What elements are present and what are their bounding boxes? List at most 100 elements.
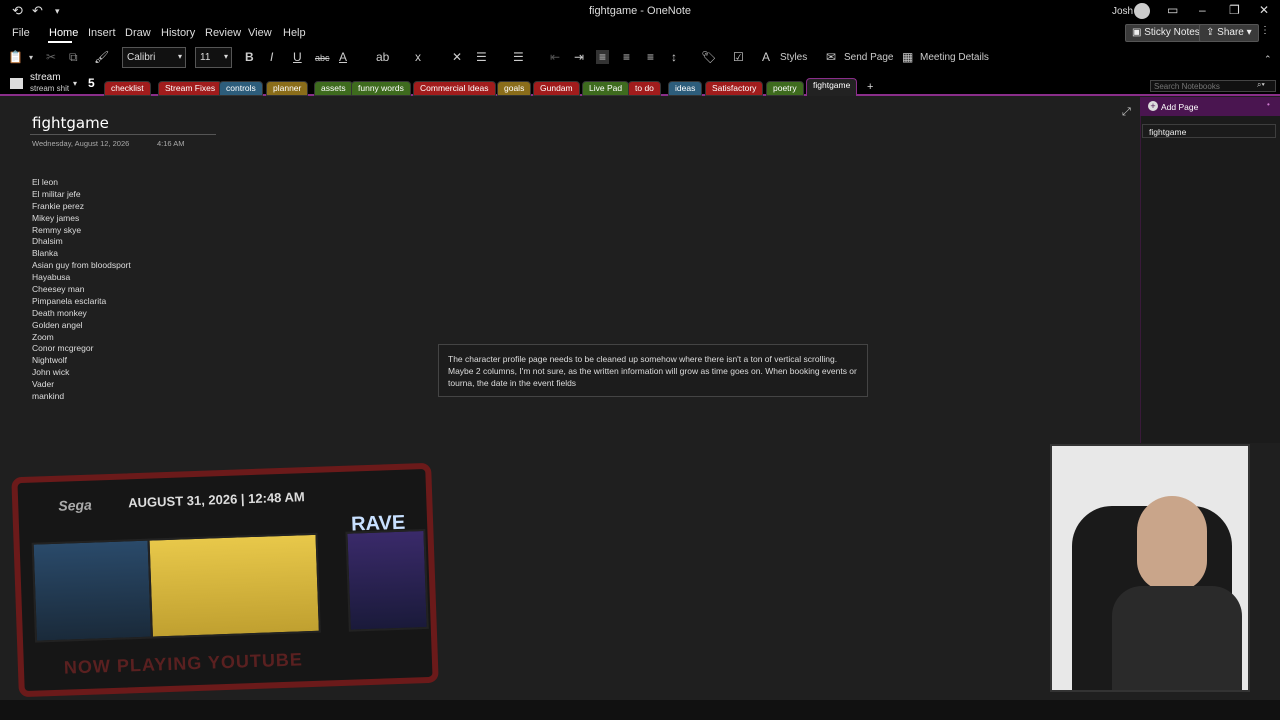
- search-icon[interactable]: ⌕▾: [1257, 80, 1265, 90]
- outdent-icon[interactable]: ⇤: [550, 50, 560, 64]
- tab-9[interactable]: Live Pad: [582, 81, 630, 96]
- overlay-rave-text: RAVE: [350, 511, 406, 536]
- tab-10[interactable]: to do: [628, 81, 661, 96]
- character-list[interactable]: El leon El militar jefe Frankie perez Mikey…: [32, 177, 131, 403]
- menu-home[interactable]: Home: [49, 27, 78, 39]
- more-icon[interactable]: ⋮: [1260, 25, 1270, 36]
- collapse-ribbon-icon[interactable]: ⌃: [1264, 54, 1272, 65]
- font-size-select[interactable]: 11 ▾: [195, 47, 232, 68]
- tab-6[interactable]: Commercial Ideas: [413, 81, 496, 96]
- notebook-dropdown-icon[interactable]: ▾: [73, 79, 77, 88]
- tab-3[interactable]: planner: [266, 81, 309, 96]
- font-color-icon[interactable]: A: [339, 50, 347, 64]
- align-right-icon[interactable]: ≡: [647, 50, 654, 64]
- tab-5[interactable]: funny words: [351, 81, 411, 96]
- menu-insert[interactable]: Insert: [88, 27, 116, 39]
- bold-button[interactable]: B: [245, 50, 254, 64]
- format-painter-icon[interactable]: 🖌: [94, 50, 109, 64]
- note-container[interactable]: The character profile page needs to be c…: [438, 344, 868, 397]
- meeting-details-icon[interactable]: ▦: [902, 50, 913, 64]
- cut-icon[interactable]: ✂: [46, 50, 56, 64]
- page-title[interactable]: fightgame: [32, 114, 109, 132]
- tab-13[interactable]: poetry: [766, 81, 804, 96]
- tab-12[interactable]: Satisfactory: [705, 81, 764, 96]
- menu-draw[interactable]: Draw: [125, 27, 151, 39]
- sort-icon[interactable]: •: [1267, 100, 1270, 109]
- user-name[interactable]: Josh: [1112, 6, 1133, 17]
- tab-14[interactable]: fightgame: [806, 78, 858, 96]
- list-item[interactable]: Asian guy from bloodsport: [32, 260, 131, 272]
- clear-formatting-icon[interactable]: ✕: [452, 50, 462, 64]
- restore-icon[interactable]: ❐: [1229, 3, 1240, 17]
- status-bar: [0, 700, 1280, 720]
- menu-view[interactable]: View: [248, 27, 272, 39]
- font-family-select[interactable]: Calibri ▾: [122, 47, 186, 68]
- list-item[interactable]: Vader: [32, 379, 131, 391]
- sticky-notes-button[interactable]: ▣ Sticky Notes: [1125, 24, 1207, 42]
- tab-0[interactable]: checklist: [104, 81, 151, 96]
- list-item[interactable]: Pimpanela esclarita: [32, 296, 131, 308]
- list-item[interactable]: Dhalsim: [32, 236, 131, 248]
- align-center-icon[interactable]: ≡: [623, 50, 630, 64]
- add-section-icon[interactable]: +: [867, 81, 873, 93]
- menu-help[interactable]: Help: [283, 27, 306, 39]
- close-icon[interactable]: ✕: [1259, 3, 1269, 17]
- paste-icon[interactable]: 📋: [8, 50, 23, 64]
- italic-button[interactable]: I: [270, 50, 273, 64]
- note-text[interactable]: The character profile page needs to be c…: [448, 354, 857, 388]
- send-page-label[interactable]: Send Page: [844, 52, 894, 63]
- meeting-details-label[interactable]: Meeting Details: [920, 52, 989, 63]
- copy-icon[interactable]: ⧉: [69, 50, 78, 65]
- menu-file[interactable]: File: [12, 27, 30, 39]
- list-item[interactable]: mankind: [32, 391, 131, 403]
- send-page-icon[interactable]: ✉: [826, 50, 836, 64]
- list-item[interactable]: Hayabusa: [32, 272, 131, 284]
- list-item[interactable]: Death monkey: [32, 308, 131, 320]
- tab-7[interactable]: goals: [497, 81, 532, 96]
- list-item[interactable]: Cheesey man: [32, 284, 131, 296]
- list-item[interactable]: Mikey james: [32, 213, 131, 225]
- page-list-item[interactable]: fightgame: [1142, 124, 1276, 138]
- notebook-name[interactable]: stream: [30, 73, 61, 83]
- line-spacing-icon[interactable]: ↕: [671, 50, 677, 64]
- list-item[interactable]: Blanka: [32, 248, 131, 260]
- list-item[interactable]: John wick: [32, 367, 131, 379]
- avatar[interactable]: [1134, 3, 1150, 19]
- video-thumbnail: [31, 538, 153, 643]
- notebook-icon[interactable]: [10, 78, 23, 89]
- list-item[interactable]: Golden angel: [32, 320, 131, 332]
- underline-button[interactable]: U: [293, 50, 302, 64]
- list-item[interactable]: Zoom: [32, 332, 131, 344]
- strikethrough-button[interactable]: abc: [315, 53, 330, 63]
- share-button[interactable]: ⇪ Share ▾: [1199, 24, 1259, 42]
- styles-icon[interactable]: A: [762, 50, 770, 64]
- list-item[interactable]: El leon: [32, 177, 131, 189]
- styles-label[interactable]: Styles: [780, 52, 807, 63]
- ribbon-display-icon[interactable]: ▭: [1167, 3, 1178, 17]
- paste-dropdown-icon[interactable]: ▾: [29, 53, 33, 62]
- bullets-icon[interactable]: ☰: [476, 50, 487, 64]
- add-page-button[interactable]: + Add Page •: [1140, 97, 1280, 116]
- menu-review[interactable]: Review: [205, 27, 241, 39]
- tab-2[interactable]: controls: [219, 81, 263, 96]
- minimize-icon[interactable]: –: [1199, 3, 1206, 17]
- subscript-icon[interactable]: x: [415, 50, 421, 64]
- menu-history[interactable]: History: [161, 27, 195, 39]
- tab-8[interactable]: Gundam: [533, 81, 580, 96]
- list-item[interactable]: Remmy skye: [32, 225, 131, 237]
- highlight-icon[interactable]: ab: [376, 50, 389, 64]
- indent-icon[interactable]: ⇥: [574, 50, 584, 64]
- todo-tag-icon[interactable]: ☑: [733, 50, 744, 64]
- align-left-icon[interactable]: ≡: [596, 50, 610, 64]
- list-item[interactable]: Conor mcgregor: [32, 343, 131, 355]
- numbering-icon[interactable]: ☰: [513, 50, 524, 64]
- tab-11[interactable]: ideas: [668, 81, 703, 96]
- tag-icon[interactable]: 🏷: [701, 50, 716, 64]
- list-item[interactable]: El militar jefe: [32, 189, 131, 201]
- section-group-name[interactable]: stream shit: [30, 84, 69, 93]
- list-item[interactable]: Frankie perez: [32, 201, 131, 213]
- list-item[interactable]: Nightwolf: [32, 355, 131, 367]
- expand-icon[interactable]: ⤢: [1122, 106, 1131, 119]
- tab-1[interactable]: Stream Fixes: [158, 81, 223, 96]
- tab-4[interactable]: assets: [314, 81, 353, 96]
